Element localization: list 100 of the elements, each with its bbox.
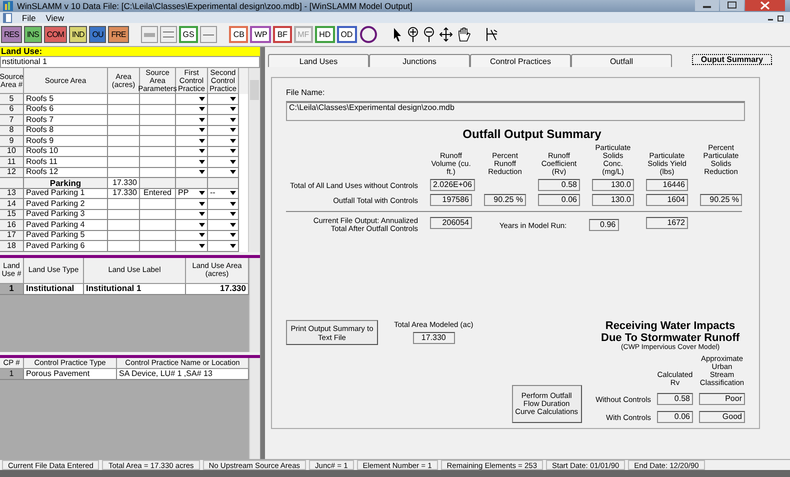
element-button[interactable]: CB: [229, 26, 248, 43]
gs-button[interactable]: GS: [178, 26, 198, 43]
table-cell: Institutional: [26, 284, 74, 294]
tab[interactable]: Land Uses: [268, 54, 369, 67]
tab[interactable]: Outfall: [571, 54, 672, 67]
tab[interactable]: Control Practices: [470, 54, 571, 67]
table-cell: Roofs 8: [24, 126, 108, 136]
table-cell: [108, 220, 140, 230]
element-button[interactable]: WP: [250, 26, 272, 43]
dropdown-field[interactable]: [208, 230, 239, 241]
dropdown-field[interactable]: [176, 104, 208, 115]
tab[interactable]: Junctions: [369, 54, 470, 67]
scrollbar[interactable]: [249, 258, 260, 352]
dropdown-field[interactable]: [208, 157, 239, 168]
dropdown-field[interactable]: [176, 168, 208, 178]
table-cell: [140, 168, 176, 178]
scrollbar[interactable]: [248, 68, 260, 252]
dropdown-field[interactable]: [176, 94, 208, 104]
dropdown-field[interactable]: [208, 146, 239, 157]
maximize-icon[interactable]: [720, 0, 744, 11]
close-icon[interactable]: [745, 0, 785, 11]
table-cell: [140, 136, 176, 146]
table-cell: [108, 199, 140, 210]
table-cell: [140, 94, 176, 104]
table-cell: [140, 157, 176, 168]
dropdown-field[interactable]: [208, 94, 239, 104]
app-icon: [3, 1, 13, 11]
zoom-out-icon[interactable]: [422, 26, 436, 43]
table-cell: Roofs 10: [24, 146, 108, 157]
table-cell: [140, 230, 176, 241]
dropdown-field[interactable]: [176, 146, 208, 157]
value-field: 1672: [646, 217, 688, 229]
table-cell: [108, 241, 140, 252]
dropdown-field[interactable]: --: [208, 188, 239, 199]
scrollbar[interactable]: [249, 358, 260, 459]
line-tool-icon[interactable]: [200, 26, 218, 43]
tab[interactable]: Ouput Summary: [692, 54, 772, 65]
dropdown-field[interactable]: [176, 199, 208, 210]
table-cell: [108, 230, 140, 241]
dropdown-field[interactable]: [176, 220, 208, 230]
dropdown-field[interactable]: [176, 210, 208, 220]
dropdown-field[interactable]: [176, 230, 208, 241]
window-title: WinSLAMM v 10 Data File: [C:\Leila\Classes\Experimental design\zoo.mdb] - [WinSLAMM Model Output]: [17, 1, 412, 11]
value-field: 0.58: [538, 179, 580, 191]
dropdown-field[interactable]: [208, 126, 239, 136]
table-cell: Roofs 12: [24, 168, 108, 178]
node-tool-icon[interactable]: [484, 26, 500, 43]
element-button[interactable]: BF: [273, 26, 292, 43]
dropdown-field[interactable]: [208, 199, 239, 210]
table-cell: [140, 241, 176, 252]
table-cell: [140, 220, 176, 230]
table-cell: Paved Parking 2: [24, 199, 108, 210]
dropdown-field[interactable]: [176, 136, 208, 146]
table-cell: [176, 178, 208, 188]
table-cell: [140, 178, 176, 188]
element-button[interactable]: HD: [315, 26, 335, 43]
table-cell: 13: [0, 188, 24, 199]
table-cell: [108, 168, 140, 178]
dropdown-field[interactable]: [208, 168, 239, 178]
file-name-label: File Name:: [286, 88, 326, 97]
land-use-button[interactable]: OU: [89, 26, 106, 43]
table-cell: Paved Parking 1: [24, 188, 108, 199]
table-cell: 12: [0, 168, 24, 178]
land-use-button[interactable]: COM: [44, 26, 67, 43]
table-cell: Roofs 9: [24, 136, 108, 146]
menu-item[interactable]: File: [22, 12, 36, 22]
dropdown-field[interactable]: [208, 241, 239, 252]
dropdown-field[interactable]: [208, 104, 239, 115]
land-use-button[interactable]: IND: [68, 26, 88, 43]
zoom-in-icon[interactable]: [406, 26, 420, 43]
receiving-water-title: Receiving Water Impacts Due To Stormwater Runoff: [600, 320, 740, 344]
dropdown-field[interactable]: [208, 210, 239, 220]
table-cell: 17.330: [220, 284, 246, 294]
dropdown-field[interactable]: [176, 157, 208, 168]
land-use-label: Land Use:: [0, 47, 260, 56]
move-icon[interactable]: [438, 26, 454, 43]
table-cell: 14: [0, 199, 24, 210]
dropdown-field[interactable]: PP: [176, 188, 208, 199]
dropdown-field[interactable]: [208, 136, 239, 146]
table-cell: 18: [0, 241, 24, 252]
dropdown-field[interactable]: [208, 220, 239, 230]
value-field: 0.58: [657, 393, 693, 405]
land-use-button[interactable]: RES: [1, 26, 22, 43]
table-cell: [0, 178, 24, 188]
dropdown-field[interactable]: [208, 115, 239, 126]
land-use-button[interactable]: FRE: [108, 26, 129, 43]
minimize-icon[interactable]: [695, 0, 719, 11]
double-line-tool-icon[interactable]: [160, 26, 177, 43]
circle-tool-icon[interactable]: [358, 25, 378, 44]
dropdown-field[interactable]: [176, 126, 208, 136]
dropdown-field[interactable]: [176, 115, 208, 126]
element-button[interactable]: OD: [336, 26, 357, 43]
table-cell: [108, 126, 140, 136]
land-use-button[interactable]: INS: [24, 26, 42, 43]
restore-icon[interactable]: [777, 14, 784, 22]
dropdown-field[interactable]: [176, 241, 208, 252]
hand-icon[interactable]: [456, 26, 472, 43]
table-cell: Roofs 6: [24, 104, 108, 115]
menu-item[interactable]: View: [46, 12, 64, 22]
table-cell: [108, 157, 140, 168]
